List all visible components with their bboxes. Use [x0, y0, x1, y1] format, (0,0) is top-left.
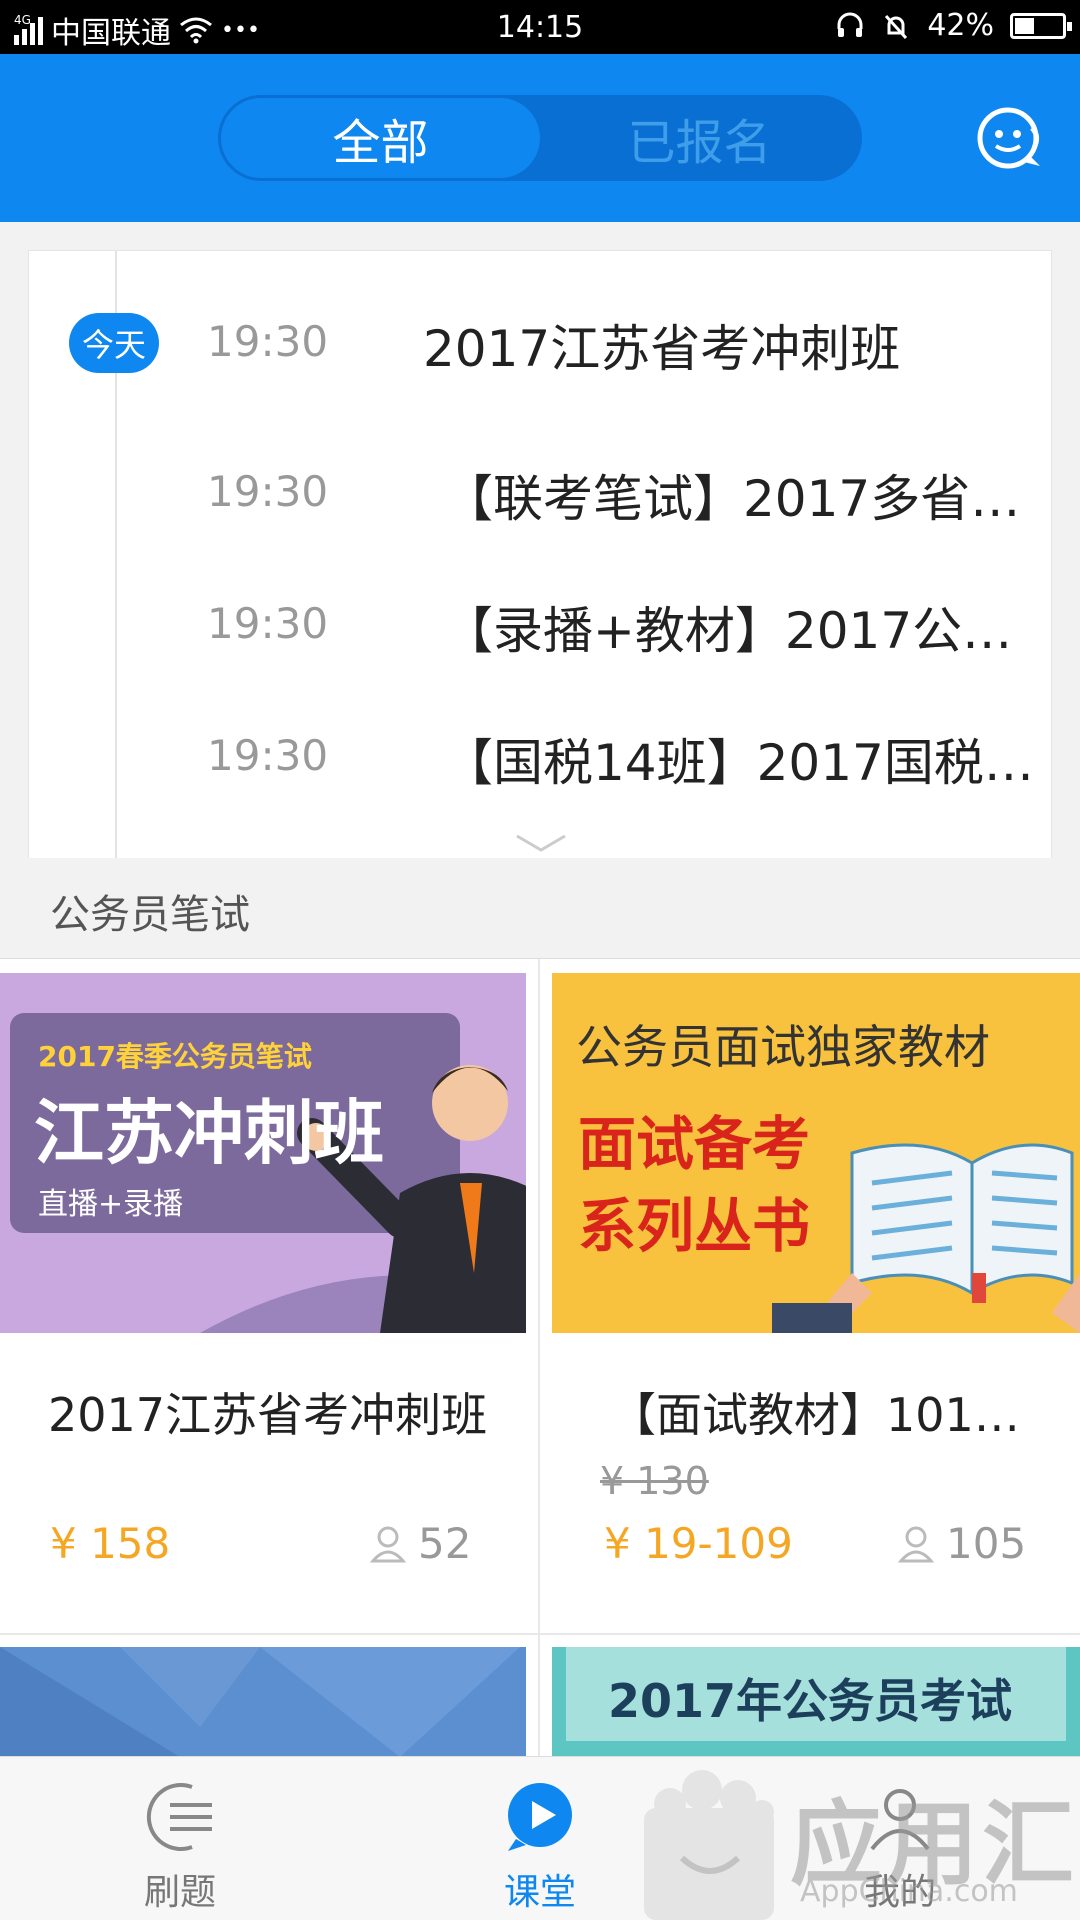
course-price: ¥ 158 — [50, 1519, 171, 1568]
course-title: 2017江苏省考冲刺班 — [48, 1388, 488, 1442]
user-icon — [370, 1526, 406, 1562]
course-cover-image: 公务员面试独家教材 面试备考 系列丛书 — [552, 973, 1080, 1333]
chevron-down-icon[interactable] — [515, 834, 567, 854]
schedule-title: 2017江苏省考冲刺班 — [423, 320, 901, 378]
play-icon — [508, 1783, 572, 1851]
cover-subtitle: 2017春季公务员笔试 — [38, 1040, 312, 1073]
nav-label: 刷题 — [143, 1872, 216, 1913]
cover-title: 2017年公务员考试 — [608, 1674, 1013, 1728]
top-header: 全部 已报名 — [0, 54, 1080, 222]
battery-percent: 42% — [927, 8, 994, 43]
battery-icon — [1010, 12, 1072, 39]
schedule-time: 19:30 — [207, 731, 329, 780]
today-badge: 今天 — [69, 313, 159, 373]
cover-tagline: 系列丛书 — [578, 1192, 811, 1260]
watermark-logo: 应用汇 AppChina.com — [640, 1750, 1080, 1920]
enroll-count: 52 — [370, 1519, 471, 1568]
schedule-title: 【联考笔试】2017多省联考笔试精讲班 — [443, 470, 1043, 528]
course-grid: 2017春季公务员笔试 江苏冲刺班 直播+录播 2017江苏省考冲刺班 ¥ 15… — [0, 958, 1080, 1757]
tab-switcher: 全部 已报名 — [218, 95, 862, 181]
watermark-site: AppChina.com — [800, 1874, 1018, 1909]
live-schedule-card: 今天 19:30 2017江苏省考冲刺班 19:30 【联考笔试】2017多省联… — [28, 250, 1052, 858]
schedule-time: 19:30 — [207, 317, 329, 366]
enroll-number: 52 — [418, 1519, 472, 1568]
enroll-count: 105 — [898, 1519, 1026, 1568]
course-cover-image: 2017春季公务员笔试 江苏冲刺班 直播+录播 — [0, 973, 526, 1333]
course-cover-image[interactable]: 2017年公务员考试 — [552, 1647, 1080, 1757]
tab-all[interactable]: 全部 — [221, 98, 540, 178]
headset-icon — [837, 12, 863, 37]
nav-practice[interactable]: 刷题 — [120, 1757, 240, 1920]
nav-classroom[interactable]: 课堂 — [480, 1757, 600, 1920]
schedule-title: 【录播+教材】2017公务员笔试 — [443, 602, 1013, 660]
cover-subtitle: 公务员面试独家教材 — [576, 1020, 990, 1074]
mute-bell-icon — [885, 14, 908, 39]
status-right: 42% — [835, 8, 1072, 43]
cover-title: 江苏冲刺班 — [34, 1092, 384, 1174]
section-title: 公务员笔试 — [50, 892, 250, 938]
original-price: ¥ 130 — [600, 1459, 709, 1503]
status-bar: 4G 中国联通 ••• 14:15 42% — [0, 0, 1080, 54]
schedule-time: 19:30 — [207, 467, 329, 516]
course-price: ¥ 19-109 — [604, 1519, 793, 1568]
cover-tagline: 直播+录播 — [38, 1187, 184, 1222]
grid-divider — [538, 959, 540, 1757]
cover-title: 面试备考 — [578, 1110, 811, 1178]
user-icon — [898, 1526, 934, 1562]
course-cover-image[interactable] — [0, 1647, 526, 1757]
nav-label: 课堂 — [503, 1872, 576, 1913]
grid-divider — [0, 1633, 1080, 1635]
enroll-number: 105 — [946, 1519, 1027, 1568]
schedule-time: 19:30 — [207, 599, 329, 648]
tab-registered[interactable]: 已报名 — [540, 98, 859, 178]
chat-service-icon[interactable] — [974, 104, 1046, 176]
course-title: 【面试教材】101题面试备考系列丛书 — [610, 1388, 1040, 1442]
list-icon — [146, 1783, 212, 1851]
schedule-title: 【国税14班】2017国税考试 — [443, 734, 1043, 792]
